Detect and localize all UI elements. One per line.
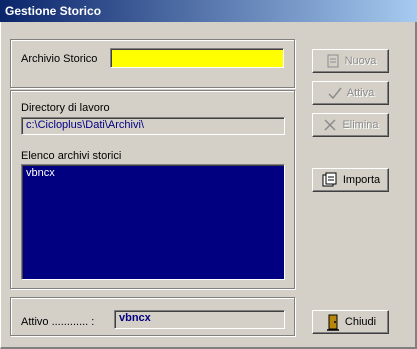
archive-input[interactable] (110, 48, 284, 68)
import-icon (322, 172, 337, 187)
main-window: Archivio Storico Directory di lavoro c:\… (0, 22, 417, 349)
checkmark-icon (328, 87, 342, 100)
nuova-button[interactable]: Nuova (312, 49, 389, 73)
active-field: vbncx (114, 310, 285, 329)
chiudi-label: Chiudi (344, 316, 377, 328)
list-label: Elenco archivi storici (21, 150, 122, 162)
importa-label: Importa (342, 174, 381, 186)
list-item[interactable]: vbncx (26, 167, 280, 179)
delete-icon (324, 119, 336, 131)
workdir-field: c:\Cicloplus\Dati\Archivi\ (21, 117, 285, 135)
attiva-button[interactable]: Attiva (312, 81, 389, 105)
elimina-label: Elimina (342, 119, 379, 131)
archive-list[interactable]: vbncx (21, 164, 285, 280)
active-value: vbncx (119, 312, 151, 324)
chiudi-button[interactable]: Chiudi (312, 310, 389, 334)
window-title: Gestione Storico (0, 0, 417, 22)
archive-label: Archivio Storico (21, 53, 98, 65)
nuova-label: Nuova (344, 55, 377, 67)
workdir-value: c:\Cicloplus\Dati\Archivi\ (26, 119, 144, 131)
workdir-label: Directory di lavoro (21, 102, 110, 114)
new-doc-icon (327, 54, 339, 68)
attiva-label: Attiva (346, 87, 375, 99)
door-exit-icon (326, 314, 339, 331)
active-label: Attivo ............ : (21, 316, 95, 328)
elimina-button[interactable]: Elimina (312, 113, 389, 137)
importa-button[interactable]: Importa (312, 168, 389, 192)
